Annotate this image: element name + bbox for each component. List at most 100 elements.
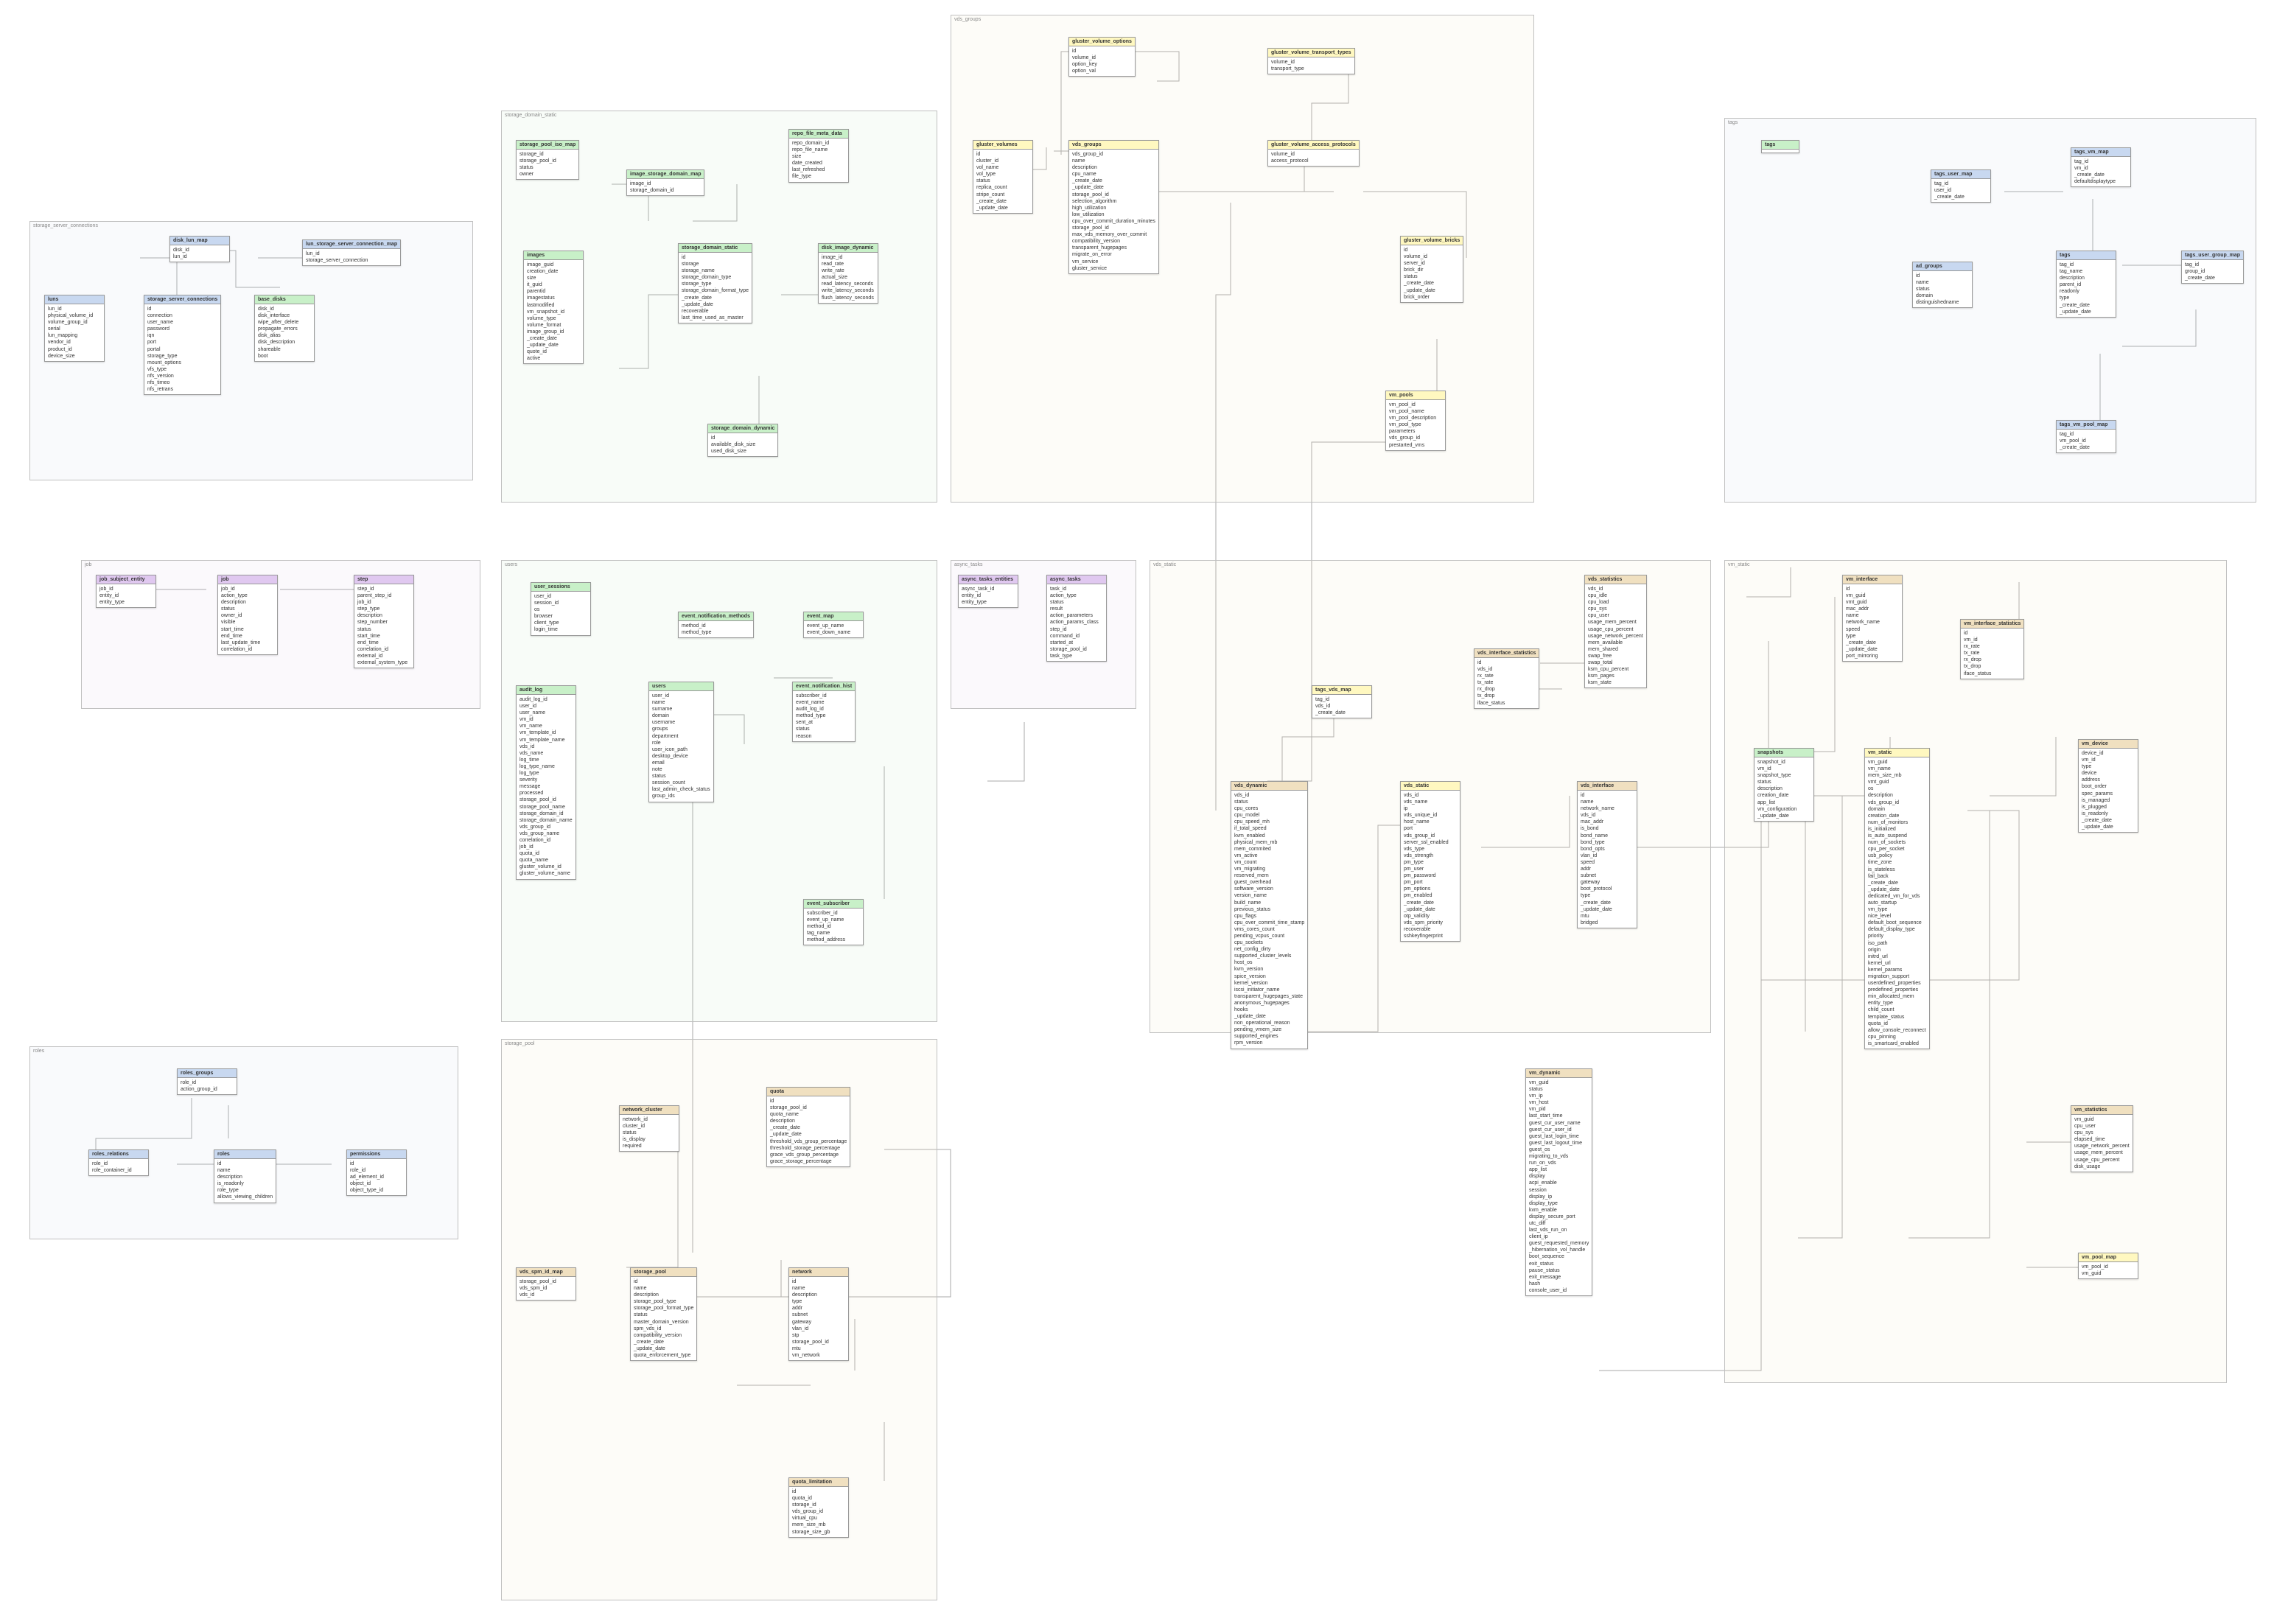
entity-fields: idrole_idad_element_idobject_idobject_ty… <box>347 1159 406 1195</box>
entity-fields: repo_domain_idrepo_file_namesizedate_cre… <box>789 139 848 182</box>
entity-fields: image_idread_ratewrite_rateactual_sizere… <box>819 253 878 303</box>
entity-storage-domain-dynamic: storage_domain_dynamicidavailable_disk_s… <box>707 424 778 457</box>
entity-title: vds_spm_id_map <box>517 1268 576 1277</box>
entity-fields: network_idcluster_idstatusis_displayrequ… <box>620 1115 679 1151</box>
entity-title: images <box>524 251 583 260</box>
entity-title: job_subject_entity <box>97 575 155 584</box>
entity-title: vds_groups <box>1069 141 1158 150</box>
entity-fields: user_idsession_idosbrowserclient_typelog… <box>531 592 590 635</box>
entity-title: luns <box>45 295 104 304</box>
entity-disk-image-dynamic: disk_image_dynamicimage_idread_ratewrite… <box>818 243 878 304</box>
entity-title: event_notification_methods <box>679 612 753 621</box>
entity-disk-lun-map: disk_lun_mapdisk_idlun_id <box>169 236 230 262</box>
entity-fields: idstoragestorage_namestorage_domain_type… <box>679 253 752 323</box>
entity-event-subscriber: event_subscribersubscriber_idevent_up_na… <box>803 899 864 945</box>
group-label: tags <box>1728 120 1738 125</box>
entity-fields: storage_idstorage_pool_idstatusowner <box>517 150 578 179</box>
entity-event-map: event_mapevent_up_nameevent_down_name <box>803 612 864 638</box>
entity-title: user_sessions <box>531 583 590 592</box>
entity-title: vm_dynamic <box>1526 1069 1592 1078</box>
entity-event-notification-hist: event_notification_histsubscriber_ideven… <box>792 682 856 742</box>
entity-title: storage_domain_static <box>679 244 752 253</box>
entity-title: quota_limitation <box>789 1478 848 1487</box>
entity-title: vm_interface <box>1843 575 1902 584</box>
entity-fields: event_up_nameevent_down_name <box>804 621 863 637</box>
entity-tags-vm-map: tags_vm_maptag_idvm_id_create_datedefaul… <box>2071 147 2131 187</box>
entity-fields: task_idaction_typestatusresultaction_par… <box>1047 584 1106 661</box>
group-label: async_tasks <box>954 562 983 567</box>
entity-title: gluster_volume_transport_types <box>1268 49 1354 57</box>
entity-repo-file-meta-data: repo_file_meta_datarepo_domain_idrepo_fi… <box>788 129 849 183</box>
entity-fields: snapshot_idvm_idsnapshot_typestatusdescr… <box>1755 757 1813 821</box>
group-label: vds_groups <box>954 17 981 22</box>
entity-title: base_disks <box>255 295 314 304</box>
entity-fields: idavailable_disk_sizeused_disk_size <box>708 433 777 456</box>
group-storage-pool: storage_pool <box>501 1039 937 1600</box>
entity-fields: idvolume_idoption_keyoption_val <box>1069 46 1135 76</box>
entity-image-storage-domain-map: image_storage_domain_mapimage_idstorage_… <box>626 169 704 196</box>
entity-title: permissions <box>347 1150 406 1159</box>
entity-roles: rolesidnamedescriptionis_readonlyrole_ty… <box>214 1149 276 1203</box>
entity-title: vm_pools <box>1386 391 1445 400</box>
entity-fields: job_idaction_typedescriptionstatusowner_… <box>218 584 277 654</box>
entity-title: gluster_volume_options <box>1069 38 1135 46</box>
entity-fields: idconnectionuser_namepasswordiqnportport… <box>144 304 220 394</box>
entity-vds-dynamic: vds_dynamicvds_idstatuscpu_corescpu_mode… <box>1231 781 1308 1049</box>
entity-fields: idnamedescriptionis_readonlyrole_typeall… <box>214 1159 276 1203</box>
entity-vm-pool-map: vm_pool_mapvm_pool_idvm_guid <box>2078 1253 2138 1279</box>
entity-images: imagesimage_guidcreation_datesizeit_guid… <box>523 251 584 364</box>
entity-fields: tag_idvds_id_create_date <box>1312 695 1371 718</box>
entity-fields: method_idmethod_type <box>679 621 753 637</box>
entity-quota: quotaidstorage_pool_idquota_namedescript… <box>766 1087 850 1167</box>
entity-fields: audit_log_iduser_iduser_namevm_idvm_name… <box>517 695 576 879</box>
entity-step: stepstep_idparent_step_idjob_idstep_type… <box>354 575 414 668</box>
entity-fields: idstorage_pool_idquota_namedescription_c… <box>767 1096 850 1166</box>
entity-vds-static: vds_staticvds_idvds_nameipvds_unique_idh… <box>1400 781 1460 942</box>
entity-fields: idvm_guidvmt_guidmac_addrnamenetwork_nam… <box>1843 584 1902 661</box>
entity-fields: image_guidcreation_datesizeit_guidparent… <box>524 260 583 363</box>
entity-vds-groups: vds_groupsvds_group_idnamedescriptioncpu… <box>1068 140 1159 274</box>
entity-job-subject-entity: job_subject_entityjob_identity_identity_… <box>96 575 156 608</box>
entity-fields: user_idnamesurnamedomainusernamegroupsde… <box>649 691 713 802</box>
entity-vm-dynamic: vm_dynamicvm_guidstatusvm_ipvm_hostvm_pi… <box>1525 1068 1592 1296</box>
entity-gluster-volume-options: gluster_volume_optionsidvolume_idoption_… <box>1068 37 1136 77</box>
entity-fields: tag_idgroup_id_create_date <box>2182 260 2243 283</box>
entity-title: audit_log <box>517 686 576 695</box>
entity-fields: lun_idphysical_volume_idvolume_group_ids… <box>45 304 104 361</box>
entity-fields: storage_pool_idvds_spm_idvds_id <box>517 1277 576 1300</box>
entity-title: tags <box>2057 251 2116 260</box>
group-label: storage_domain_static <box>505 113 556 118</box>
entity-tags-user-group-map: tags_user_group_maptag_idgroup_id_create… <box>2181 251 2244 284</box>
entity-title: async_tasks_entities <box>959 575 1018 584</box>
entity-title: tags_vm_pool_map <box>2057 421 2116 430</box>
entity-fields: async_task_identity_identity_type <box>959 584 1018 607</box>
entity-audit-log: audit_logaudit_log_iduser_iduser_namevm_… <box>516 685 576 880</box>
entity-title: snapshots <box>1755 749 1813 757</box>
entity-title: vm_statistics <box>2071 1106 2133 1115</box>
entity-title: vds_statistics <box>1585 575 1646 584</box>
group-label: vm_static <box>1728 562 1750 567</box>
entity-fields: vm_guidcpu_usercpu_syselapsed_timeusage_… <box>2071 1115 2133 1172</box>
entity-fields: idvolume_idserver_idbrick_dirstatus_crea… <box>1401 245 1463 302</box>
entity-fields: volume_idaccess_protocol <box>1268 150 1359 166</box>
entity-tags-pointer: tags <box>1761 140 1799 153</box>
entity-title: users <box>649 682 713 691</box>
entity-vds-interface-statistics: vds_interface_statisticsidvds_idrx_ratet… <box>1474 648 1539 709</box>
entity-snapshots: snapshotssnapshot_idvm_idsnapshot_typest… <box>1754 748 1814 822</box>
entity-fields: role_idrole_container_id <box>89 1159 148 1175</box>
entity-title: storage_server_connections <box>144 295 220 304</box>
group-label: vds_static <box>1153 562 1176 567</box>
entity-title: event_notification_hist <box>793 682 855 691</box>
entity-title: step <box>354 575 413 584</box>
entity-user-sessions: user_sessionsuser_idsession_idosbrowserc… <box>531 582 591 636</box>
group-vm-static: vm_static <box>1724 560 2227 1383</box>
entity-fields: tag_idtag_namedescriptionparent_idreadon… <box>2057 260 2116 317</box>
entity-lun-storage-server-connection-map: lun_storage_server_connection_maplun_ids… <box>302 239 401 266</box>
group-label: roles <box>33 1049 44 1054</box>
entity-fields: job_identity_identity_type <box>97 584 155 607</box>
entity-roles-groups: roles_groupsrole_idaction_group_id <box>177 1068 237 1095</box>
entity-storage-domain-static: storage_domain_staticidstoragestorage_na… <box>678 243 752 323</box>
entity-title: roles <box>214 1150 276 1159</box>
entity-fields: vds_idstatuscpu_corescpu_modelcpu_speed_… <box>1231 791 1307 1049</box>
entity-fields: tag_iduser_id_create_date <box>1931 179 1990 202</box>
